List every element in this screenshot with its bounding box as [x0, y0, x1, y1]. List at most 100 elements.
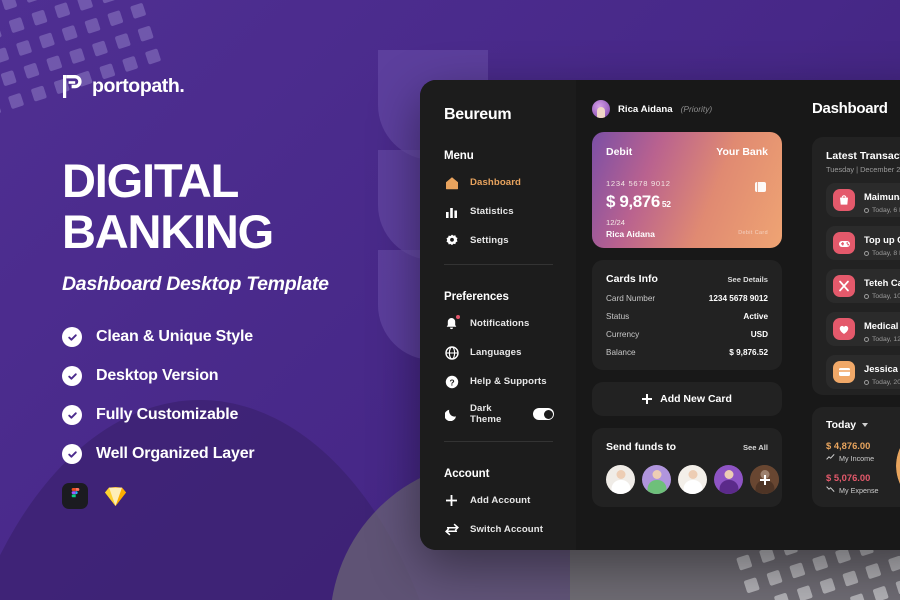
add-new-card-button[interactable]: Add New Card: [592, 382, 782, 416]
card-chip-icon: [755, 182, 766, 192]
add-new-card-label: Add New Card: [660, 393, 732, 405]
expense-amount: $ 5,076.00: [826, 472, 871, 483]
feature-list: Clean & Unique Style Desktop Version Ful…: [62, 327, 392, 464]
sidebar-item-label: Settings: [470, 235, 509, 246]
expense-block: $ 5,076.00 My Expense: [826, 472, 900, 495]
income-block: $ 4,876.00 My Income: [826, 440, 900, 463]
send-funds-title: Send funds to: [606, 441, 676, 453]
user-header[interactable]: Rica Aidana (Priority): [592, 100, 782, 118]
transaction-time: Today, 10 hours ago: [864, 293, 900, 300]
transaction-text: Teteh Canteen Today, 10 hours ago: [864, 273, 900, 300]
chevron-down-icon[interactable]: [862, 423, 869, 427]
feature-item: Fully Customizable: [62, 405, 392, 425]
sidebar-item-help-supports[interactable]: ? Help & Supports: [444, 374, 576, 389]
sidebar-item-settings[interactable]: Settings: [444, 233, 576, 248]
see-all-link[interactable]: See All: [743, 443, 768, 452]
sidebar-section-menu-title: Menu: [444, 150, 474, 162]
transaction-text: Jessica Wong Today, 20 hours ago: [864, 359, 900, 386]
table-row[interactable]: Teteh Canteen Today, 10 hours ago: [826, 269, 900, 303]
sidebar-item-notifications[interactable]: Notifications: [444, 315, 576, 331]
sidebar-divider-1: [444, 264, 553, 265]
contact-avatar[interactable]: [714, 465, 743, 494]
contact-avatar-list: [606, 465, 779, 494]
feature-label: Clean & Unique Style: [96, 328, 253, 345]
contact-avatar[interactable]: [642, 465, 671, 494]
transaction-name: Teteh Canteen: [864, 276, 900, 288]
latest-transactions-date: Tuesday | December 20: [826, 165, 900, 174]
row-key: Balance: [606, 348, 636, 357]
heart-icon: [833, 318, 855, 340]
plus-icon: [444, 493, 459, 508]
promo-headline: DIGITAL BANKING: [62, 155, 392, 257]
sidebar-item-label: Statistics: [470, 206, 514, 217]
sidebar-item-statistics[interactable]: Statistics: [444, 204, 576, 219]
trend-up-icon: [826, 453, 835, 463]
table-row[interactable]: Maimunah Today, 6 hours ago: [826, 183, 900, 217]
cards-info-row: Currency USD: [606, 330, 768, 339]
income-label-row: My Income: [826, 453, 900, 463]
cards-info-header: Cards Info See Details: [606, 273, 768, 285]
card-type-label: Debit: [606, 146, 633, 158]
contact-avatar[interactable]: [678, 465, 707, 494]
sidebar-item-label: Switch Account: [470, 524, 544, 535]
bar-chart-icon: [444, 204, 459, 219]
table-row[interactable]: Jessica Wong Today, 20 hours ago: [826, 355, 900, 389]
sketch-icon: [102, 483, 128, 509]
question-circle-icon: ?: [444, 374, 459, 389]
table-row[interactable]: Top up Game Today, 8 hours ago: [826, 226, 900, 260]
transaction-name: Medical Care: [864, 319, 900, 331]
card-bank-label: Your Bank: [716, 146, 768, 158]
transaction-time: Today, 8 hours ago: [864, 250, 900, 257]
sidebar-item-add-account[interactable]: Add Account: [444, 493, 576, 508]
sidebar-section-preferences-title: Preferences: [444, 291, 509, 303]
plus-icon: [750, 465, 779, 494]
transaction-time: Today, 20 hours ago: [864, 379, 900, 386]
check-icon: [62, 327, 82, 347]
dark-theme-toggle[interactable]: [533, 408, 554, 420]
user-priority-tag: (Priority): [680, 104, 713, 114]
dashboard-window: Beureum Menu Dashboard Statistics Settin…: [420, 80, 900, 550]
sidebar-section-account-title: Account: [444, 468, 490, 480]
contact-avatar[interactable]: [606, 465, 635, 494]
latest-transactions-panel: Latest Transactions Tuesday | December 2…: [812, 137, 900, 395]
see-details-link[interactable]: See Details: [727, 275, 768, 284]
feature-label: Desktop Version: [96, 367, 219, 384]
table-row[interactable]: Medical Care Today, 12 hours ago: [826, 312, 900, 346]
sidebar-item-dashboard[interactable]: Dashboard: [444, 175, 576, 190]
card-number: 1234 5678 9012: [606, 179, 671, 188]
check-icon: [62, 444, 82, 464]
headline-line-2: BANKING: [62, 205, 274, 258]
sidebar-item-label: Help & Supports: [470, 376, 547, 387]
income-amount: $ 4,876.00: [826, 440, 871, 451]
feature-label: Well Organized Layer: [96, 445, 255, 462]
row-value: 1234 5678 9012: [708, 294, 768, 303]
send-funds-panel: Send funds to See All: [592, 428, 782, 507]
transaction-text: Maimunah Today, 6 hours ago: [864, 187, 900, 214]
sidebar-item-switch-account[interactable]: Switch Account: [444, 522, 576, 537]
notification-badge: [456, 315, 460, 319]
check-icon: [62, 405, 82, 425]
transaction-text: Medical Care Today, 12 hours ago: [864, 316, 900, 343]
bell-icon: [444, 315, 460, 331]
transaction-name: Maimunah: [864, 190, 900, 202]
expense-label-row: My Expense: [826, 485, 900, 495]
figma-icon-box: [62, 483, 88, 509]
sidebar-item-label: Dark Theme: [470, 403, 502, 425]
sidebar-item-dark-theme[interactable]: Dark Theme: [444, 403, 576, 425]
plus-icon: [642, 394, 653, 404]
today-header[interactable]: Today: [826, 419, 900, 431]
card-amount-cents: 52: [661, 199, 671, 209]
cards-info-row: Card Number 1234 5678 9012: [606, 294, 768, 303]
cards-info-title: Cards Info: [606, 273, 658, 285]
portopath-logo-icon: [62, 74, 83, 99]
globe-icon: [444, 345, 459, 360]
today-title: Today: [826, 419, 857, 431]
debit-card[interactable]: Debit Your Bank 1234 5678 9012 $ 9,876 52…: [592, 132, 782, 248]
feature-item: Well Organized Layer: [62, 444, 392, 464]
add-contact-button[interactable]: [750, 465, 779, 494]
sidebar-item-languages[interactable]: Languages: [444, 345, 576, 360]
transaction-text: Top up Game Today, 8 hours ago: [864, 230, 900, 257]
feature-item: Clean & Unique Style: [62, 327, 392, 347]
headline-line-1: DIGITAL: [62, 154, 239, 207]
row-key: Status: [606, 312, 630, 321]
